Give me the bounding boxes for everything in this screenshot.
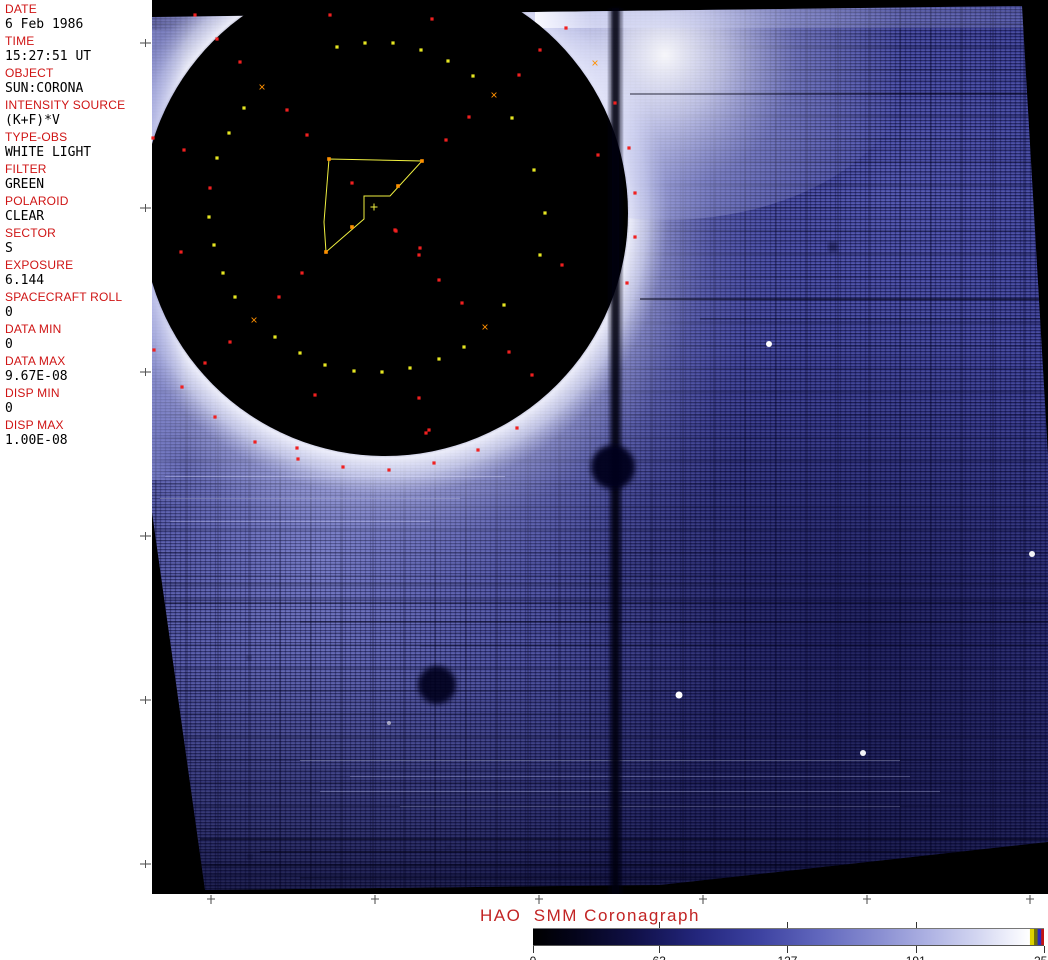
metadata-field: EXPOSURE 6.144 [5, 259, 150, 291]
metadata-field: DISP MAX 1.00E-08 [5, 419, 150, 451]
field-label: DATA MAX [5, 354, 66, 368]
colorbar-tick [787, 946, 789, 953]
colorbar-top-tick [915, 922, 917, 928]
metadata-field: SPACECRAFT ROLL 0 [5, 291, 150, 323]
field-value: GREEN [5, 177, 45, 192]
field-value: 0 [5, 401, 13, 416]
metadata-field: DATA MIN 0 [5, 323, 150, 355]
colorbar-tick [533, 946, 534, 953]
field-label: DATA MIN [5, 322, 62, 336]
colorbar: 0 63 127 191 255 [530, 922, 1048, 960]
metadata-field: DATA MAX 9.67E-08 [5, 355, 150, 387]
metadata-field: SECTOR S [5, 227, 150, 259]
coronagraph-image [140, 0, 1048, 904]
field-label: TYPE-OBS [5, 130, 68, 144]
colorbar-tick-label: 191 [906, 954, 926, 960]
image-title: HAO SMM Coronagraph [480, 906, 700, 925]
field-value: 0 [5, 305, 13, 320]
field-label: POLAROID [5, 194, 69, 208]
field-label: DISP MAX [5, 418, 64, 432]
field-value: 15:27:51 UT [5, 49, 92, 64]
colorbar-tick [659, 946, 661, 953]
field-label: SPACECRAFT ROLL [5, 290, 123, 304]
field-value: S [5, 241, 13, 256]
metadata-field: OBJECT SUN:CORONA [5, 67, 150, 99]
field-value: CLEAR [5, 209, 45, 224]
field-value: SUN:CORONA [5, 81, 84, 96]
colorbar-tick-label: 127 [777, 954, 797, 960]
colorbar-tick-label: 255 [1034, 954, 1048, 960]
colorbar-tick-label: 0 [530, 954, 537, 960]
metadata-field: TYPE-OBS WHITE LIGHT [5, 131, 150, 163]
metadata-field: DISP MIN 0 [5, 387, 150, 419]
colorbar-tick-label: 63 [653, 954, 666, 960]
colorbar-gradient [533, 929, 1044, 945]
field-label: INTENSITY SOURCE [5, 98, 126, 112]
metadata-field: FILTER GREEN [5, 163, 150, 195]
field-label: EXPOSURE [5, 258, 74, 272]
field-value: 1.00E-08 [5, 433, 68, 448]
field-label: TIME [5, 34, 35, 48]
field-label: OBJECT [5, 66, 54, 80]
metadata-field: POLAROID CLEAR [5, 195, 150, 227]
metadata-field: DATE 6 Feb 1986 [5, 3, 150, 35]
field-value: 6 Feb 1986 [5, 17, 84, 32]
footer: HAO SMM Coronagraph 0 63 127 191 255 [0, 905, 1048, 960]
field-value: (K+F)*V [5, 113, 60, 128]
field-label: SECTOR [5, 226, 56, 240]
colorbar-tick [1044, 946, 1045, 953]
field-value: 6.144 [5, 273, 45, 288]
field-value: 9.67E-08 [5, 369, 68, 384]
metadata-panel: DATE 6 Feb 1986 TIME 15:27:51 UT OBJECT SUN:C… [0, 0, 150, 905]
colorbar-top-tick [659, 922, 661, 928]
colorbar-tick [915, 946, 917, 953]
metadata-field: INTENSITY SOURCE (K+F)*V [5, 99, 150, 131]
field-label: FILTER [5, 162, 47, 176]
field-label: DATE [5, 2, 37, 16]
metadata-field: TIME 15:27:51 UT [5, 35, 150, 67]
field-label: DISP MIN [5, 386, 60, 400]
coronagraph-viewer-window: DATE 6 Feb 1986 TIME 15:27:51 UT OBJECT SUN:C… [0, 0, 1048, 960]
field-value: WHITE LIGHT [5, 145, 92, 160]
field-value: 0 [5, 337, 13, 352]
colorbar-top-tick [787, 922, 789, 928]
